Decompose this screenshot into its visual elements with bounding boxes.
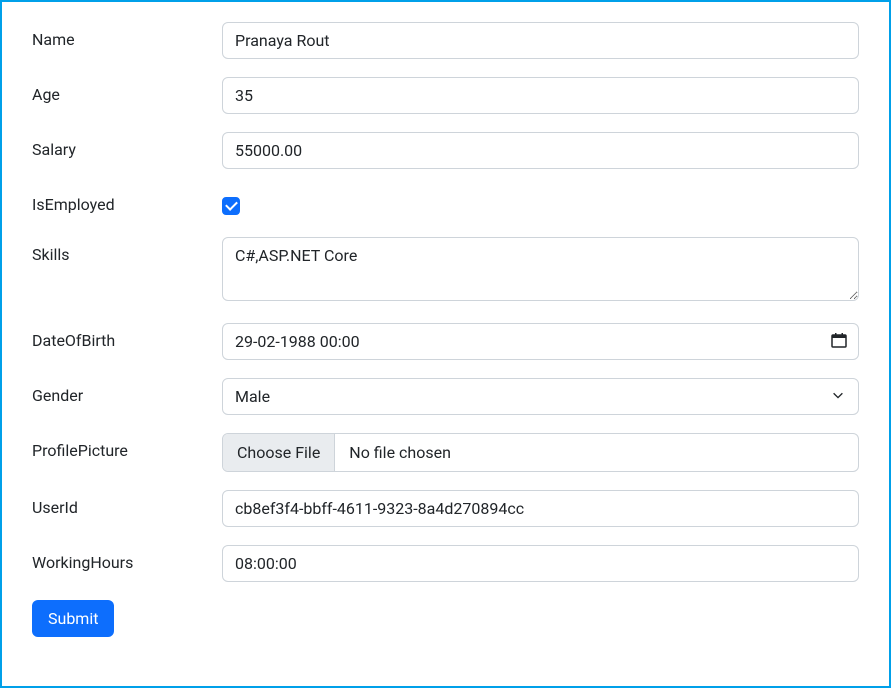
dateofbirth-input[interactable] <box>222 323 859 360</box>
age-row: Age <box>32 77 859 114</box>
submit-button[interactable]: Submit <box>32 600 114 637</box>
profilepicture-label: ProfilePicture <box>32 433 222 460</box>
skills-row: Skills C#,ASP.NET Core <box>32 237 859 305</box>
salary-label: Salary <box>32 132 222 159</box>
dateofbirth-label: DateOfBirth <box>32 323 222 350</box>
name-input[interactable] <box>222 22 859 59</box>
choose-file-button: Choose File <box>223 434 335 471</box>
skills-textarea[interactable]: C#,ASP.NET Core <box>222 237 859 301</box>
profilepicture-file-input[interactable]: Choose File No file chosen <box>222 433 859 472</box>
gender-label: Gender <box>32 378 222 405</box>
profilepicture-row: ProfilePicture Choose File No file chose… <box>32 433 859 472</box>
userid-input[interactable] <box>222 490 859 527</box>
userid-label: UserId <box>32 490 222 517</box>
form-container: Name Age Salary IsEmployed Skills C#,ASP… <box>0 0 891 688</box>
gender-select[interactable]: Male <box>222 378 859 415</box>
workinghours-label: WorkingHours <box>32 545 222 572</box>
dateofbirth-row: DateOfBirth <box>32 323 859 360</box>
salary-row: Salary <box>32 132 859 169</box>
isemployed-label: IsEmployed <box>32 187 222 214</box>
isemployed-row: IsEmployed <box>32 187 859 219</box>
userid-row: UserId <box>32 490 859 527</box>
isemployed-checkbox[interactable] <box>222 197 240 215</box>
age-label: Age <box>32 77 222 104</box>
salary-input[interactable] <box>222 132 859 169</box>
gender-row: Gender Male <box>32 378 859 415</box>
name-row: Name <box>32 22 859 59</box>
workinghours-row: WorkingHours <box>32 545 859 582</box>
skills-label: Skills <box>32 237 222 264</box>
age-input[interactable] <box>222 77 859 114</box>
name-label: Name <box>32 22 222 49</box>
file-status-text: No file chosen <box>335 434 465 471</box>
workinghours-input[interactable] <box>222 545 859 582</box>
